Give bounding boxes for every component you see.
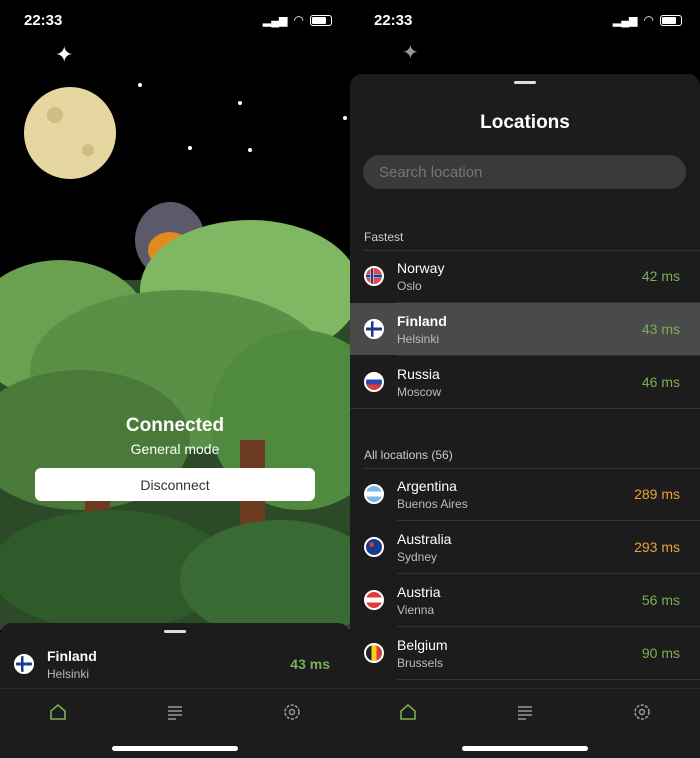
section-all: All locations (56) xyxy=(364,448,453,462)
location-row-austria[interactable]: Austria Vienna 56 ms xyxy=(350,574,700,627)
country-name: Belgium xyxy=(397,637,448,653)
night-forest-illustration: ✦✦ xyxy=(0,0,350,630)
finland-flag-icon xyxy=(14,654,34,674)
location-row-finland[interactable]: Finland Helsinki 43 ms xyxy=(350,303,700,356)
ping: 56 ms xyxy=(641,592,680,608)
battery-icon xyxy=(660,14,682,26)
country-name: Finland xyxy=(397,313,447,329)
home-indicator xyxy=(462,746,588,751)
tab-bar xyxy=(0,688,350,758)
star-icon: ✦ xyxy=(402,42,419,64)
country-name: Australia xyxy=(397,531,452,547)
wifi-icon: ◠ xyxy=(643,13,654,27)
city-name: Buenos Aires xyxy=(397,497,468,511)
ping: 42 ms xyxy=(641,268,680,284)
ping: 46 ms xyxy=(641,374,680,390)
page-title: Locations xyxy=(480,112,570,133)
argentina-flag-icon xyxy=(364,484,384,504)
status-bar: 22:33 ▂▄▆ ◠ xyxy=(350,0,700,40)
clock: 22:33 xyxy=(374,12,413,29)
ping: 43 ms xyxy=(641,321,680,337)
list-icon[interactable] xyxy=(514,701,536,723)
connection-status: Connected xyxy=(125,415,225,436)
city-name: Oslo xyxy=(397,279,422,293)
country-name: Finland xyxy=(47,648,97,664)
location-row-norway[interactable]: Norway Oslo 42 ms xyxy=(350,250,700,303)
search-input[interactable] xyxy=(363,155,686,189)
norway-flag-icon xyxy=(364,266,384,286)
current-location[interactable]: Finland Helsinki 43 ms xyxy=(0,638,350,690)
gear-icon[interactable] xyxy=(631,701,653,723)
city-name: Helsinki xyxy=(47,667,90,681)
belgium-flag-icon xyxy=(364,643,384,663)
gear-icon[interactable] xyxy=(281,701,303,723)
country-name: Russia xyxy=(397,366,440,382)
ping: 293 ms xyxy=(634,539,680,555)
battery-icon xyxy=(310,14,332,26)
signal-icon: ▂▄▆ xyxy=(612,14,638,27)
section-fastest: Fastest xyxy=(364,230,404,244)
country-name: Norway xyxy=(397,260,445,276)
locations-panel: Locations Fastest Norway Oslo 42 ms Finl… xyxy=(350,74,700,758)
ping: 289 ms xyxy=(634,486,680,502)
home-icon[interactable] xyxy=(397,701,419,723)
drag-handle[interactable] xyxy=(514,81,536,84)
svg-text:✦: ✦ xyxy=(55,42,73,67)
signal-icon: ▂▄▆ xyxy=(262,14,288,27)
status-bar: 22:33 ▂▄▆ ◠ xyxy=(0,0,350,40)
home-indicator xyxy=(112,746,238,751)
locations-screen: 22:33 ▂▄▆ ◠ ✦ Locations Fastest Norway Os… xyxy=(350,0,700,758)
drag-handle[interactable] xyxy=(164,630,186,633)
location-row-belgium[interactable]: Belgium Brussels 90 ms xyxy=(350,627,700,680)
home-icon[interactable] xyxy=(47,701,69,723)
list-icon[interactable] xyxy=(164,701,186,723)
clock: 22:33 xyxy=(24,12,63,29)
country-name: Argentina xyxy=(397,478,457,494)
location-row-russia[interactable]: Russia Moscow 46 ms xyxy=(350,356,700,409)
connection-mode: General mode xyxy=(130,441,220,457)
country-name: Austria xyxy=(397,584,441,600)
city-name: Helsinki xyxy=(397,332,440,346)
city-name: Sydney xyxy=(397,550,438,564)
disconnect-button[interactable]: Disconnect xyxy=(35,468,315,501)
ping: 90 ms xyxy=(641,645,680,661)
location-row-australia[interactable]: Australia Sydney 293 ms xyxy=(350,521,700,574)
australia-flag-icon xyxy=(364,537,384,557)
russia-flag-icon xyxy=(364,372,384,392)
city-name: Vienna xyxy=(397,603,435,617)
location-row-argentina[interactable]: Argentina Buenos Aires 289 ms xyxy=(350,468,700,521)
ping: 43 ms xyxy=(290,656,330,672)
finland-flag-icon xyxy=(364,319,384,339)
city-name: Brussels xyxy=(397,656,444,670)
wifi-icon: ◠ xyxy=(293,13,304,27)
city-name: Moscow xyxy=(397,385,442,399)
tab-bar xyxy=(350,688,700,758)
austria-flag-icon xyxy=(364,590,384,610)
home-screen: ✦✦ 22:33 ▂▄▆ ◠ Connected General mode Dis… xyxy=(0,0,350,758)
